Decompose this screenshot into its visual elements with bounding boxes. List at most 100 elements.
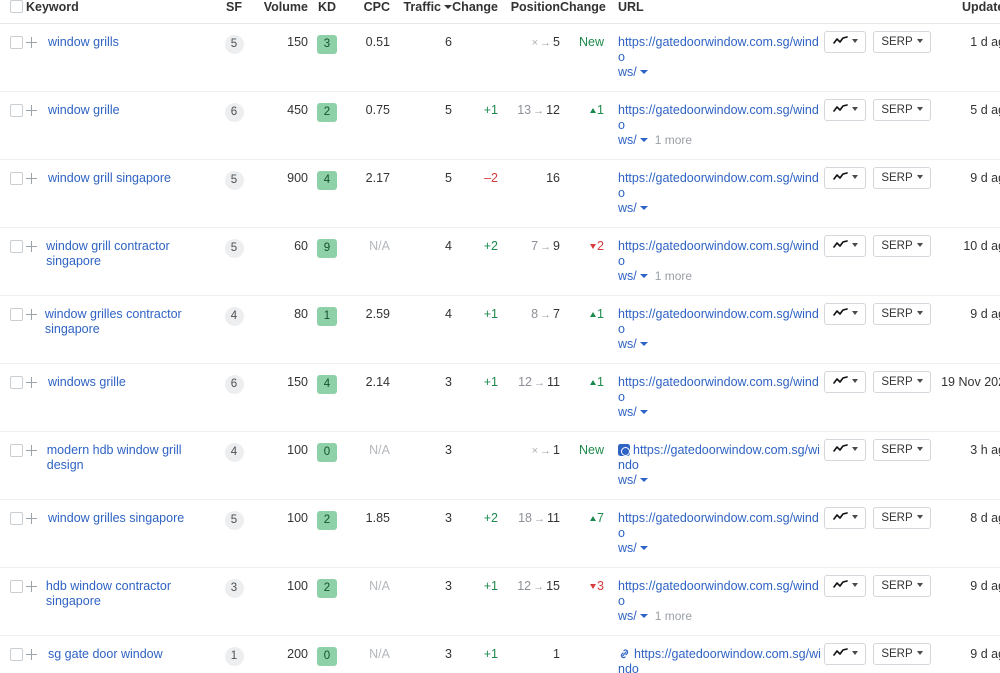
url-link[interactable]: https://gatedoorwindow.com.sg/windo (618, 239, 819, 268)
keyword-link[interactable]: sg gate door window (48, 647, 163, 662)
url-dropdown-caret-icon[interactable] (640, 410, 648, 414)
row-select-cell[interactable] (0, 92, 26, 160)
serp-dropdown-button[interactable]: SERP (873, 439, 931, 461)
header-updated[interactable]: Updated (938, 0, 1000, 24)
serp-dropdown-button[interactable]: SERP (873, 575, 931, 597)
url-link-tail[interactable]: ws/ (618, 65, 637, 79)
keyword-link[interactable]: window grill singapore (48, 171, 171, 186)
url-link[interactable]: https://gatedoorwindow.com.sg/windo (618, 307, 819, 336)
keyword-link[interactable]: window grill contractor singapore (46, 239, 212, 269)
chevron-down-icon[interactable] (852, 379, 858, 383)
expand-keyword-button[interactable] (26, 647, 48, 664)
url-dropdown-caret-icon[interactable] (640, 546, 648, 550)
chart-dropdown-button[interactable] (824, 643, 866, 665)
chevron-down-icon[interactable] (917, 39, 923, 43)
keyword-link[interactable]: windows grille (48, 375, 126, 390)
chart-dropdown-button[interactable] (824, 439, 866, 461)
expand-keyword-button[interactable] (26, 239, 46, 256)
chart-dropdown-button[interactable] (824, 235, 866, 257)
chevron-down-icon[interactable] (917, 311, 923, 315)
url-dropdown-caret-icon[interactable] (640, 614, 648, 618)
chevron-down-icon[interactable] (852, 175, 858, 179)
keyword-link[interactable]: modern hdb window grill design (47, 443, 212, 473)
header-url[interactable]: URL (604, 0, 824, 24)
chevron-down-icon[interactable] (852, 107, 858, 111)
chevron-down-icon[interactable] (917, 583, 923, 587)
serp-dropdown-button[interactable]: SERP (873, 235, 931, 257)
chart-dropdown-button[interactable] (824, 99, 866, 121)
serp-dropdown-button[interactable]: SERP (873, 643, 931, 665)
row-checkbox[interactable] (10, 308, 23, 321)
serp-dropdown-button[interactable]: SERP (873, 507, 931, 529)
url-dropdown-caret-icon[interactable] (640, 478, 648, 482)
header-position[interactable]: Position (498, 0, 560, 24)
row-checkbox[interactable] (10, 172, 23, 185)
url-dropdown-caret-icon[interactable] (640, 70, 648, 74)
row-checkbox[interactable] (10, 580, 23, 593)
url-link-tail[interactable]: ws/ (618, 133, 637, 147)
table-row[interactable]: window grills515030.516×→5Newhttps://gat… (0, 24, 1000, 92)
chevron-down-icon[interactable] (917, 175, 923, 179)
chart-dropdown-button[interactable] (824, 507, 866, 529)
row-select-cell[interactable] (0, 228, 26, 296)
url-dropdown-caret-icon[interactable] (640, 206, 648, 210)
serp-dropdown-button[interactable]: SERP (873, 99, 931, 121)
table-row[interactable]: modern hdb window grill design41000N/A3×… (0, 432, 1000, 500)
plus-icon[interactable] (26, 377, 37, 388)
expand-keyword-button[interactable] (26, 35, 48, 52)
header-cpc[interactable]: CPC (346, 0, 390, 24)
table-row[interactable]: window grill contractor singapore5609N/A… (0, 228, 1000, 296)
keyword-link[interactable]: window grills (48, 35, 119, 50)
url-link[interactable]: https://gatedoorwindow.com.sg/windo (618, 375, 819, 404)
serp-dropdown-button[interactable]: SERP (873, 371, 931, 393)
sort-desc-caret-icon[interactable] (444, 5, 452, 9)
expand-keyword-button[interactable] (26, 307, 45, 324)
header-kd[interactable]: KD (308, 0, 346, 24)
table-row[interactable]: hdb window contractor singapore31002N/A3… (0, 568, 1000, 636)
row-checkbox[interactable] (10, 444, 23, 457)
url-link-tail[interactable]: ws/ (618, 541, 637, 555)
url-link[interactable]: https://gatedoorwindow.com.sg/windo (618, 443, 820, 472)
chevron-down-icon[interactable] (917, 243, 923, 247)
header-keyword[interactable]: Keyword (26, 0, 212, 24)
header-sf[interactable]: SF (212, 0, 256, 24)
select-all-checkbox[interactable] (10, 0, 23, 13)
expand-keyword-button[interactable] (26, 443, 47, 460)
table-row[interactable]: window grill singapore590042.175–216http… (0, 160, 1000, 228)
header-volume[interactable]: Volume (256, 0, 308, 24)
url-link-tail[interactable]: ws/ (618, 473, 637, 487)
expand-keyword-button[interactable] (26, 579, 46, 596)
row-checkbox[interactable] (10, 648, 23, 661)
url-link[interactable]: https://gatedoorwindow.com.sg/windo (618, 579, 819, 608)
url-link-tail[interactable]: ws/ (618, 405, 637, 419)
url-link[interactable]: https://gatedoorwindow.com.sg/windo (618, 103, 819, 132)
serp-dropdown-button[interactable]: SERP (873, 31, 931, 53)
row-select-cell[interactable] (0, 568, 26, 636)
row-checkbox[interactable] (10, 376, 23, 389)
keyword-link[interactable]: window grilles contractor singapore (45, 307, 212, 337)
expand-keyword-button[interactable] (26, 511, 48, 528)
serp-dropdown-button[interactable]: SERP (873, 167, 931, 189)
plus-icon[interactable] (26, 445, 37, 456)
row-checkbox[interactable] (10, 512, 23, 525)
row-checkbox[interactable] (10, 240, 23, 253)
plus-icon[interactable] (26, 513, 37, 524)
row-select-cell[interactable] (0, 160, 26, 228)
plus-icon[interactable] (26, 649, 37, 660)
table-row[interactable]: window grilles singapore510021.853+218→1… (0, 500, 1000, 568)
chart-dropdown-button[interactable] (824, 303, 866, 325)
row-checkbox[interactable] (10, 104, 23, 117)
url-more-link[interactable]: 1 more (655, 269, 692, 283)
url-more-link[interactable]: 1 more (655, 133, 692, 147)
chevron-down-icon[interactable] (917, 515, 923, 519)
plus-icon[interactable] (26, 309, 37, 320)
table-row[interactable]: sg gate door window12000N/A3+11https://g… (0, 636, 1000, 673)
chart-dropdown-button[interactable] (824, 371, 866, 393)
url-link-tail[interactable]: ws/ (618, 269, 637, 283)
url-link[interactable]: https://gatedoorwindow.com.sg/windo (618, 35, 819, 64)
chevron-down-icon[interactable] (917, 379, 923, 383)
header-select-all[interactable] (0, 0, 26, 24)
row-select-cell[interactable] (0, 500, 26, 568)
chevron-down-icon[interactable] (917, 447, 923, 451)
row-select-cell[interactable] (0, 432, 26, 500)
